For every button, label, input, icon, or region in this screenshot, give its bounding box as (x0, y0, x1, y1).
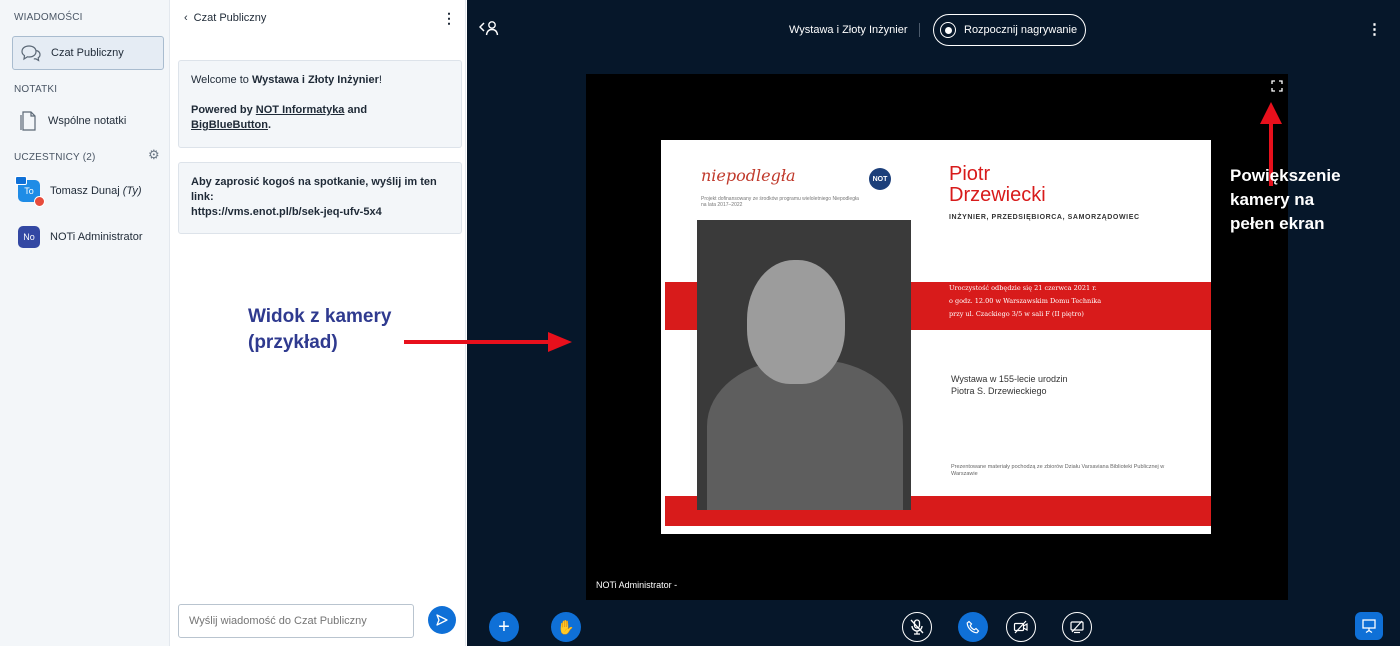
camera-video[interactable]: niepodległa Projekt dofinansowany ze śro… (586, 74, 1288, 600)
record-label: Rozpocznij nagrywanie (964, 24, 1078, 36)
chat-title: Czat Publiczny (193, 12, 267, 24)
camera-user-label: NOTi Administrator - (596, 580, 678, 590)
invite-message: Aby zaprosić kogoś na spotkanie, wyślij … (178, 162, 462, 234)
restore-presentation-button[interactable] (1355, 612, 1383, 640)
hand-icon: ✋ (557, 618, 575, 635)
slide-person-name: Piotr Drzewiecki (949, 163, 1046, 206)
slide-logo-subtitle: Projekt dofinansowany ze środków program… (701, 196, 859, 208)
raise-hand-button[interactable]: ✋ (551, 612, 581, 642)
participants-section-title: UCZESTNICY (2) (14, 152, 96, 163)
bigbluebutton-link[interactable]: BigBlueButton (191, 119, 268, 131)
presentation-slide: niepodległa Projekt dofinansowany ze śro… (661, 140, 1211, 534)
participants-gear-icon[interactable]: ⚙ (148, 148, 162, 162)
participant-name: Tomasz Dunaj (Ty) (50, 185, 142, 197)
record-icon (940, 22, 956, 38)
annotation-arrow-right-icon (404, 332, 572, 352)
send-icon (436, 614, 448, 626)
notes-section-title: NOTATKI (14, 84, 58, 95)
share-webcam-button[interactable] (1006, 612, 1036, 642)
bbb-app: WIADOMOŚCI Czat Publiczny NOTATKI Wspóln… (0, 0, 1400, 646)
actions-plus-button[interactable]: + (489, 612, 519, 642)
fullscreen-icon[interactable] (1271, 80, 1283, 95)
share-screen-button[interactable] (1062, 612, 1092, 642)
not-informatyka-link[interactable]: NOT Informatyka (256, 104, 345, 116)
screenshare-off-icon (1070, 620, 1084, 634)
slide-event-info: Uroczystość odbędzie się 21 czerwca 2021… (949, 284, 1102, 318)
chat-options-kebab-icon[interactable]: ⋮ (442, 10, 456, 27)
mic-muted-icon (910, 619, 924, 635)
chat-icon (21, 45, 41, 62)
main-area: Wystawa i Złoty Inżynier Rozpocznij nagr… (467, 0, 1400, 646)
chevron-left-icon: ‹ (184, 12, 188, 24)
sidebar-item-public-chat[interactable]: Czat Publiczny (12, 36, 164, 70)
chat-back-button[interactable]: ‹ Czat Publiczny (184, 12, 266, 24)
divider (919, 23, 920, 37)
send-message-button[interactable] (428, 606, 456, 634)
public-chat-label: Czat Publiczny (51, 47, 124, 59)
invite-link[interactable]: https://vms.enot.pl/b/sek-jeq-ufv-5x4 (191, 206, 382, 218)
phone-icon (966, 620, 980, 634)
leave-audio-button[interactable] (958, 612, 988, 642)
unmute-button[interactable] (902, 612, 932, 642)
options-kebab-icon[interactable]: ⋮ (1367, 20, 1382, 38)
notes-icon (20, 111, 36, 131)
chat-message-input[interactable] (178, 604, 414, 638)
participant-row[interactable]: To Tomasz Dunaj (Ty) (15, 176, 168, 207)
user-list-sidebar: WIADOMOŚCI Czat Publiczny NOTATKI Wspóln… (0, 0, 170, 646)
avatar: To (15, 176, 45, 207)
participant-row[interactable]: No NOTi Administrator (18, 222, 168, 252)
annotation-fullscreen: Powiększenie kamery na pełen ekran (1230, 166, 1341, 233)
meeting-title: Wystawa i Złoty Inżynier (789, 24, 908, 36)
sidebar-item-shared-notes[interactable]: Wspólne notatki (12, 104, 164, 138)
webcam-off-icon (1013, 620, 1028, 634)
slide-logo: niepodległa (701, 166, 796, 185)
presentation-icon (1362, 619, 1376, 634)
portrait-photo (697, 220, 911, 510)
slide-exhibit-info: Wystawa w 155-lecie urodzin Piotra S. Dr… (951, 374, 1068, 396)
welcome-message: Welcome to Wystawa i Złoty Inżynier! Pow… (178, 60, 462, 148)
shared-notes-label: Wspólne notatki (48, 115, 127, 127)
muted-mic-badge-icon (34, 196, 45, 207)
messages-section-title: WIADOMOŚCI (14, 12, 83, 23)
slide-footer: Prezentowane materiały pochodzą ze zbior… (951, 464, 1165, 477)
start-recording-button[interactable]: Rozpocznij nagrywanie (933, 14, 1087, 46)
presenter-icon (15, 176, 27, 185)
plus-icon: + (498, 616, 510, 638)
slide-role: INŻYNIER, PRZEDSIĘBIORCA, SAMORZĄDOWIEC (949, 214, 1140, 221)
toggle-userlist-button[interactable] (478, 20, 499, 39)
not-logo: NOT (869, 168, 891, 190)
user-list-icon (478, 21, 499, 36)
avatar: No (18, 226, 40, 248)
participant-name: NOTi Administrator (50, 231, 143, 243)
annotation-camera-view: Widok z kamery (przykład) (248, 306, 392, 353)
